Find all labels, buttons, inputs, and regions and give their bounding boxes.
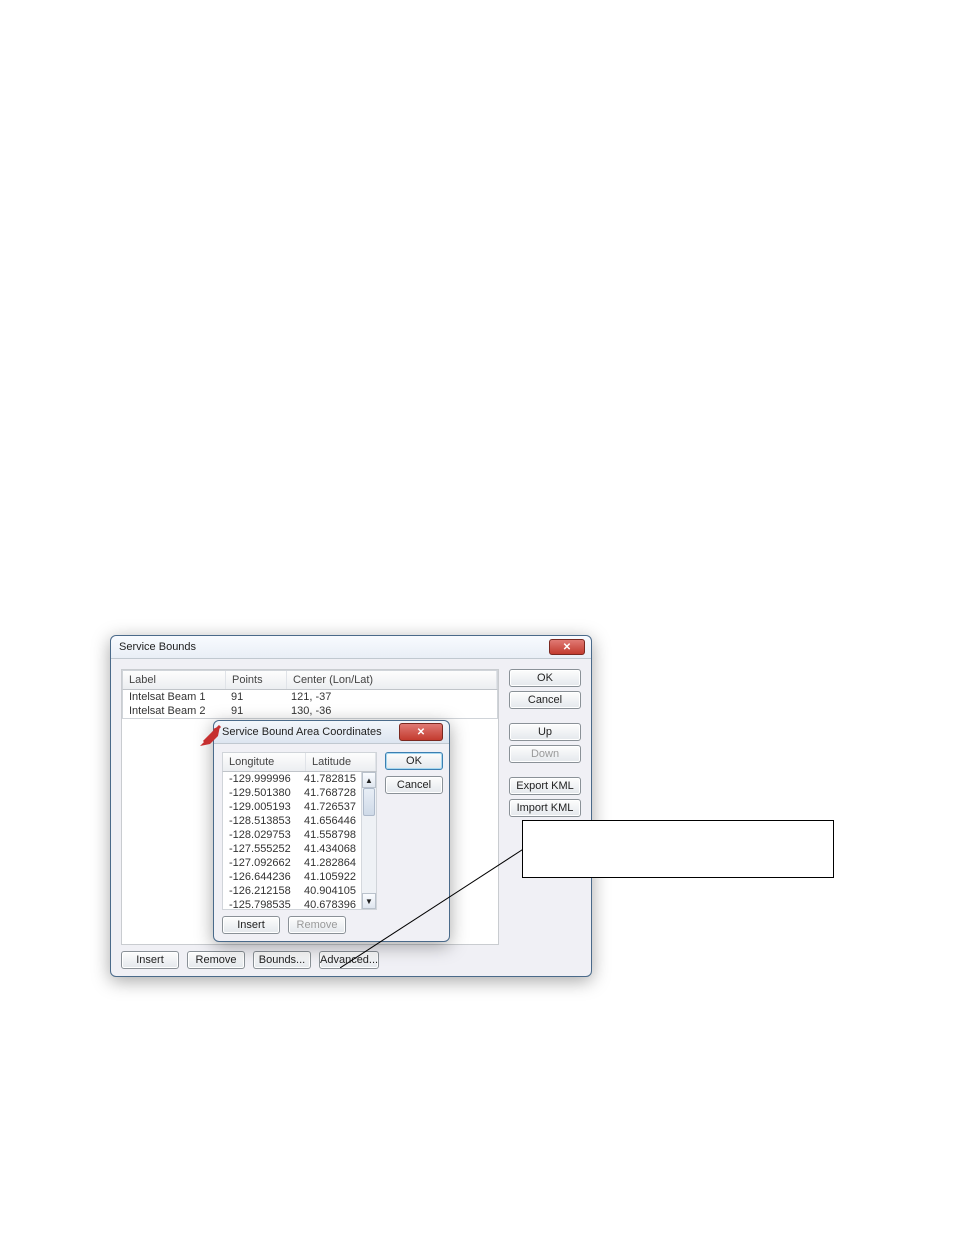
col-longitude[interactable]: Longitute [223,753,306,771]
bounds-button[interactable]: Bounds... [253,951,311,969]
coordinates-dialog: Service Bound Area Coordinates ✕ Longitu… [213,720,450,942]
import-kml-button[interactable]: Import KML [509,799,581,817]
table-row[interactable]: Intelsat Beam 2 91 130, -36 [123,704,497,718]
insert-button[interactable]: Insert [121,951,179,969]
table-row[interactable]: -129.99999641.782815 [223,772,362,786]
table-row[interactable]: -128.51385341.656446 [223,814,362,828]
table-row[interactable]: -126.21215840.904105 [223,884,362,898]
close-icon[interactable]: ✕ [549,639,585,655]
coord-remove-button[interactable]: Remove [288,916,346,934]
scroll-thumb[interactable] [363,788,375,816]
col-label[interactable]: Label [123,671,226,689]
remove-button[interactable]: Remove [187,951,245,969]
table-row[interactable]: -129.00519341.726537 [223,800,362,814]
close-icon[interactable]: ✕ [399,723,443,741]
scroll-up-icon[interactable]: ▲ [362,772,376,788]
coordinates-list[interactable]: -129.99999641.782815-129.50138041.768728… [222,772,377,910]
table-row[interactable]: -128.02975341.558798 [223,828,362,842]
annotation-box [522,820,834,878]
coordinates-title: Service Bound Area Coordinates [222,726,382,738]
service-bounds-titlebar[interactable]: Service Bounds ✕ [111,636,591,659]
up-button[interactable]: Up [509,723,581,741]
down-button[interactable]: Down [509,745,581,763]
table-row[interactable]: -127.09266241.282864 [223,856,362,870]
table-row[interactable]: -129.50138041.768728 [223,786,362,800]
coord-insert-button[interactable]: Insert [222,916,280,934]
service-bounds-title: Service Bounds [119,641,196,653]
scrollbar[interactable]: ▲ ▼ [361,772,376,909]
service-bounds-list-header: Label Points Center (Lon/Lat) [122,670,498,690]
coord-ok-button[interactable]: OK [385,752,443,770]
coordinates-list-header: Longitute Latitude [222,752,377,772]
service-bounds-list-body: Intelsat Beam 1 91 121, -37 Intelsat Bea… [122,690,498,719]
table-row[interactable]: -126.64423641.105922 [223,870,362,884]
ok-button[interactable]: OK [509,669,581,687]
table-row[interactable]: -127.55525241.434068 [223,842,362,856]
col-center[interactable]: Center (Lon/Lat) [287,671,497,689]
table-row[interactable]: -125.79853540.678396 [223,898,362,910]
coordinates-titlebar[interactable]: Service Bound Area Coordinates ✕ [214,721,449,744]
scroll-down-icon[interactable]: ▼ [362,893,376,909]
cancel-button[interactable]: Cancel [509,691,581,709]
table-row[interactable]: Intelsat Beam 1 91 121, -37 [123,690,497,704]
col-points[interactable]: Points [226,671,287,689]
advanced-button[interactable]: Advanced... [319,951,379,969]
export-kml-button[interactable]: Export KML [509,777,581,795]
coord-cancel-button[interactable]: Cancel [385,776,443,794]
col-latitude[interactable]: Latitude [306,753,376,771]
